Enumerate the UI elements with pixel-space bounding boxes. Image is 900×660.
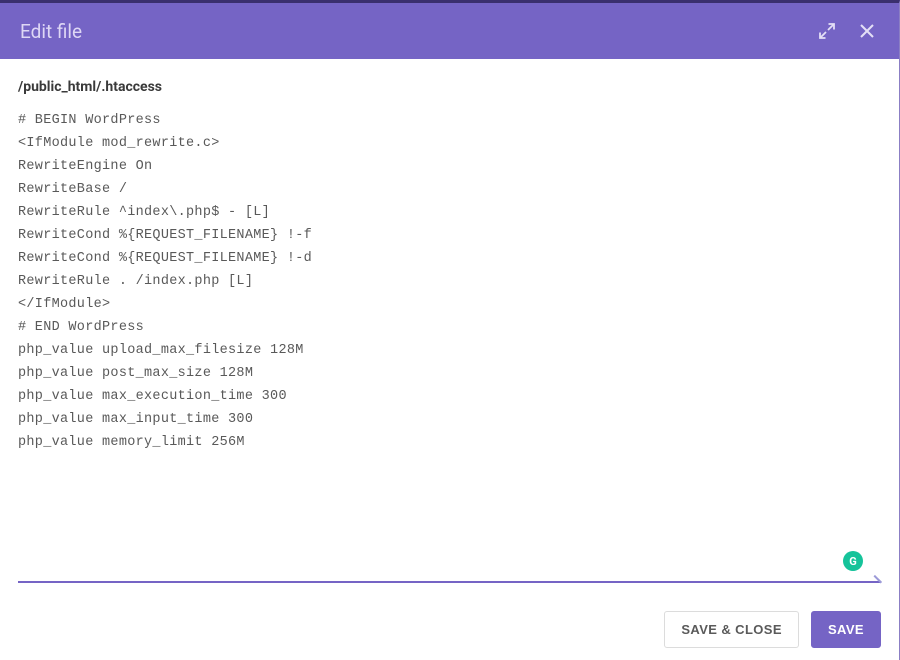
modal-title: Edit file	[20, 20, 82, 43]
edit-file-modal: Edit file /public_html/.htaccess	[0, 3, 899, 660]
editor-container: G	[18, 109, 881, 583]
modal-content: /public_html/.htaccess G	[0, 59, 899, 611]
close-icon[interactable]	[855, 19, 879, 43]
header-actions	[815, 19, 879, 43]
modal-footer: SAVE & CLOSE SAVE	[0, 611, 899, 660]
file-editor[interactable]	[18, 109, 881, 581]
file-path: /public_html/.htaccess	[18, 79, 881, 95]
save-close-button[interactable]: SAVE & CLOSE	[664, 611, 799, 648]
modal-header: Edit file	[0, 3, 899, 59]
save-button[interactable]: SAVE	[811, 611, 881, 648]
grammarly-icon[interactable]: G	[843, 551, 863, 571]
expand-icon[interactable]	[815, 19, 839, 43]
